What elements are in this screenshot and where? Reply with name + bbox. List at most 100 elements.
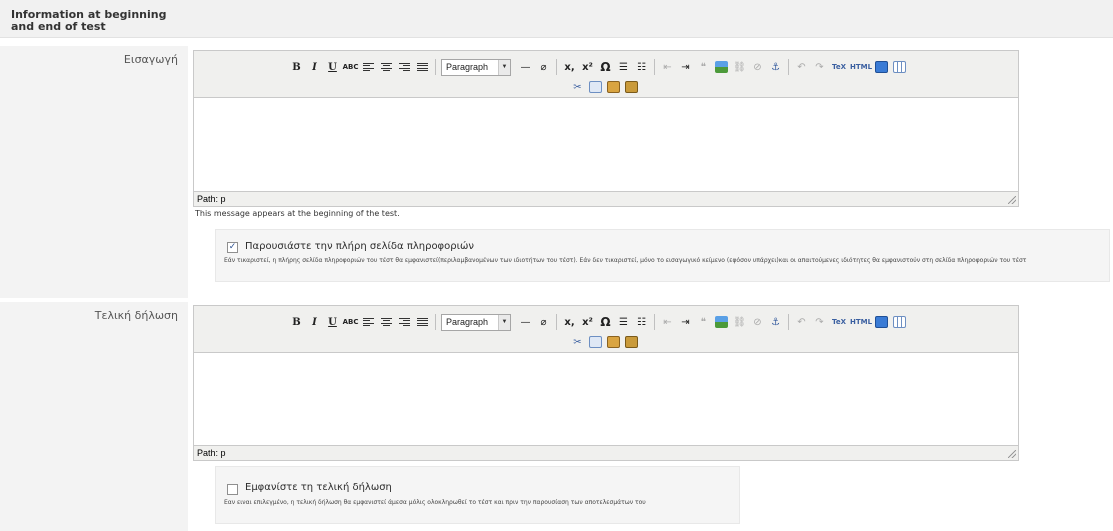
chevron-down-icon: ▼ <box>498 59 510 75</box>
html-button[interactable]: HTML <box>850 315 872 330</box>
intro-hint: This message appears at the beginning of… <box>195 209 400 218</box>
toolbar-separator <box>556 314 557 330</box>
toolbar-separator <box>654 59 655 75</box>
format-select[interactable]: Paragraph ▼ <box>441 58 511 76</box>
final-option-box: Εμφανίστε τη τελική δήλωση Εαν ειναι επι… <box>215 466 740 524</box>
final-editor-toolbar: B I U ABC Paragraph ▼ — ⌀ x, x² Ω ☰ ☷ ⇤ … <box>194 306 1018 352</box>
info-option-description: Εάν τικαριστεί, η πλήρης σελίδα πληροφορ… <box>224 257 1027 264</box>
final-option-label: Εμφανίστε τη τελική δήλωση <box>245 482 392 493</box>
tex-button[interactable]: TeX <box>830 60 848 75</box>
resize-grip-icon[interactable] <box>1008 450 1016 458</box>
strikethrough-button[interactable]: ABC <box>343 315 359 330</box>
blockquote-icon[interactable]: ❝ <box>696 315 711 330</box>
eraser-icon[interactable]: ⌀ <box>536 315 551 330</box>
subscript-button[interactable]: x, <box>562 315 577 330</box>
toolbar-separator <box>788 314 789 330</box>
unlink-icon[interactable]: ⊘ <box>750 315 765 330</box>
resize-grip-icon[interactable] <box>1008 196 1016 204</box>
table-icon[interactable] <box>892 60 907 75</box>
copy-icon[interactable] <box>588 335 603 350</box>
align-left-icon[interactable] <box>361 315 376 330</box>
align-center-icon[interactable] <box>379 60 394 75</box>
intro-label-cell: Εισαγωγή <box>0 46 188 298</box>
italic-button[interactable]: I <box>307 60 322 75</box>
final-statusbar: Path: p <box>194 446 1018 460</box>
italic-button[interactable]: I <box>307 315 322 330</box>
paste-icon[interactable] <box>606 335 621 350</box>
image-icon[interactable] <box>714 315 729 330</box>
toolbar-separator <box>654 314 655 330</box>
blockquote-icon[interactable]: ❝ <box>696 60 711 75</box>
link-icon[interactable]: ⛓ <box>732 60 747 75</box>
link-icon[interactable]: ⛓ <box>732 315 747 330</box>
anchor-icon[interactable]: ⚓ <box>768 60 783 75</box>
paste-word-icon[interactable] <box>624 335 639 350</box>
eraser-icon[interactable]: ⌀ <box>536 60 551 75</box>
strikethrough-button[interactable]: ABC <box>343 60 359 75</box>
redo-icon[interactable]: ↷ <box>812 315 827 330</box>
fullscreen-icon[interactable] <box>874 315 889 330</box>
tex-button[interactable]: TeX <box>830 315 848 330</box>
numbered-list-icon[interactable]: ☷ <box>634 315 649 330</box>
bold-button[interactable]: B <box>289 60 304 75</box>
undo-icon[interactable]: ↶ <box>794 60 809 75</box>
info-checkbox[interactable]: ✓ <box>227 242 238 253</box>
intro-path-label: Path: p <box>197 194 226 204</box>
horizontal-rule-icon[interactable]: — <box>518 315 533 330</box>
paste-icon[interactable] <box>606 80 621 95</box>
chevron-down-icon: ▼ <box>498 314 510 330</box>
final-option-description: Εαν ειναι επιλεγμένο, η τελική δήλωση θα… <box>224 499 646 506</box>
final-checkbox[interactable] <box>227 484 238 495</box>
horizontal-rule-icon[interactable]: — <box>518 60 533 75</box>
final-text-area[interactable] <box>194 352 1018 446</box>
html-button[interactable]: HTML <box>850 60 872 75</box>
final-editor[interactable]: B I U ABC Paragraph ▼ — ⌀ x, x² Ω ☰ ☷ ⇤ … <box>193 305 1019 461</box>
undo-icon[interactable]: ↶ <box>794 315 809 330</box>
format-select-value: Paragraph <box>446 62 489 72</box>
image-icon[interactable] <box>714 60 729 75</box>
redo-icon[interactable]: ↷ <box>812 60 827 75</box>
bold-button[interactable]: B <box>289 315 304 330</box>
superscript-button[interactable]: x² <box>580 60 595 75</box>
underline-button[interactable]: U <box>325 60 340 75</box>
format-select-value: Paragraph <box>446 317 489 327</box>
bullet-list-icon[interactable]: ☰ <box>616 60 631 75</box>
align-right-icon[interactable] <box>397 60 412 75</box>
paste-word-icon[interactable] <box>624 80 639 95</box>
numbered-list-icon[interactable]: ☷ <box>634 60 649 75</box>
cut-icon[interactable]: ✂ <box>570 335 585 350</box>
align-justify-icon[interactable] <box>415 315 430 330</box>
align-right-icon[interactable] <box>397 315 412 330</box>
outdent-icon[interactable]: ⇤ <box>660 315 675 330</box>
indent-icon[interactable]: ⇥ <box>678 315 693 330</box>
toolbar-separator <box>788 59 789 75</box>
outdent-icon[interactable]: ⇤ <box>660 60 675 75</box>
section-header: Information at beginning and end of test <box>0 0 1113 38</box>
align-left-icon[interactable] <box>361 60 376 75</box>
special-char-button[interactable]: Ω <box>598 315 613 330</box>
intro-statusbar: Path: p <box>194 192 1018 206</box>
underline-button[interactable]: U <box>325 315 340 330</box>
final-label: Τελική δήλωση <box>94 309 178 322</box>
toolbar-separator <box>556 59 557 75</box>
unlink-icon[interactable]: ⊘ <box>750 60 765 75</box>
copy-icon[interactable] <box>588 80 603 95</box>
superscript-button[interactable]: x² <box>580 315 595 330</box>
special-char-button[interactable]: Ω <box>598 60 613 75</box>
cut-icon[interactable]: ✂ <box>570 80 585 95</box>
align-justify-icon[interactable] <box>415 60 430 75</box>
fullscreen-icon[interactable] <box>874 60 889 75</box>
subscript-button[interactable]: x, <box>562 60 577 75</box>
anchor-icon[interactable]: ⚓ <box>768 315 783 330</box>
toolbar-separator <box>435 59 436 75</box>
format-select[interactable]: Paragraph ▼ <box>441 313 511 331</box>
intro-editor[interactable]: B I U ABC Paragraph ▼ — ⌀ x, x² Ω ☰ ☷ ⇤ … <box>193 50 1019 207</box>
intro-text-area[interactable] <box>194 97 1018 192</box>
align-center-icon[interactable] <box>379 315 394 330</box>
final-label-cell: Τελική δήλωση <box>0 302 188 531</box>
intro-label: Εισαγωγή <box>123 53 178 66</box>
table-icon[interactable] <box>892 315 907 330</box>
bullet-list-icon[interactable]: ☰ <box>616 315 631 330</box>
info-option-box: ✓ Παρουσιάστε την πλήρη σελίδα πληροφορι… <box>215 229 1110 282</box>
indent-icon[interactable]: ⇥ <box>678 60 693 75</box>
